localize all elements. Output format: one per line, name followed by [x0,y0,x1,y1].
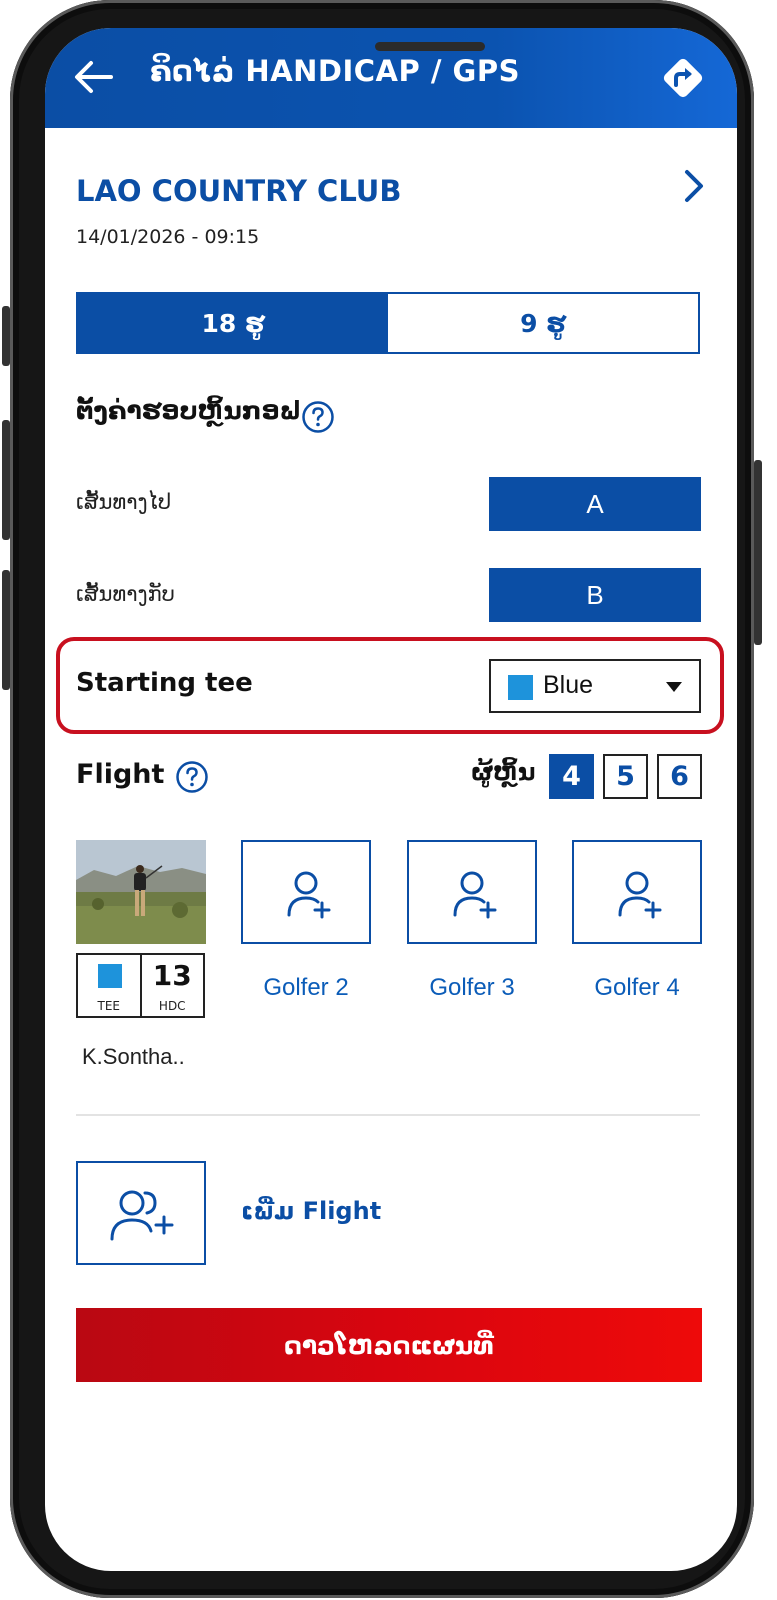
return-route-label: ເສັ້ນທາງກັບ [76,582,175,606]
holes-option-9[interactable]: 9 ຮູ [388,294,698,352]
return-route-button[interactable]: B [489,568,701,622]
round-settings-title: ຕັ້ງຄ່າຮອບຫຼິ້ນກອຟ [76,396,302,425]
golfer1-tee-cell: TEE [78,955,140,1016]
page-title: ຄິດໄລ່ HANDICAP / GPS [150,54,520,88]
golfer-2-label: Golfer 2 [263,974,349,1001]
volume-down-button [2,570,10,690]
golfer1-tee-label: TEE [97,999,121,1013]
holes-option-18[interactable]: 18 ຮູ [78,294,388,352]
players-count-label: ຜູ້ຫຼິ້ນ [471,758,536,786]
download-map-button[interactable]: ດາວໂຫລດແຜນທີ່ [76,1308,702,1382]
golfer1-tee-hdc: TEE 13 HDC [76,953,205,1018]
club-datetime: 14/01/2026 - 09:15 [76,226,260,248]
player-count-4[interactable]: 4 [549,754,594,799]
outbound-route-label: ເສັ້ນທາງໄປ [76,490,172,514]
help-icon[interactable] [175,760,209,794]
golfer1-tee-color [98,964,122,988]
directions-icon[interactable] [659,54,707,102]
volume-up-button [2,420,10,540]
app-header: ຄິດໄລ່ HANDICAP / GPS [45,28,737,128]
add-golfer-2-button[interactable] [241,840,371,944]
golfer1-hdc-label: HDC [158,999,186,1013]
outbound-route-button[interactable]: A [489,477,701,531]
add-group-icon [110,1190,174,1241]
caret-down-icon [666,682,682,692]
add-flight-button[interactable] [76,1161,206,1265]
golfer1-hdc-cell: 13 HDC [139,955,204,1016]
add-golfer-3-button[interactable] [407,840,537,944]
add-golfer-4-button[interactable] [572,840,702,944]
power-button [754,460,762,645]
golfer-4-label: Golfer 4 [594,974,680,1001]
flight-label: Flight [76,759,165,790]
tee-color-swatch [508,675,533,700]
section-divider [76,1114,700,1116]
starting-tee-label: Starting tee [76,668,253,698]
player-count-5[interactable]: 5 [603,754,648,799]
arrow-left-icon[interactable] [73,60,113,94]
chevron-right-icon[interactable] [679,168,709,204]
starting-tee-select[interactable]: Blue [489,659,701,713]
add-user-icon [618,871,662,919]
holes-toggle: 18 ຮູ 9 ຮູ [76,292,700,354]
golfer-3-label: Golfer 3 [429,974,515,1001]
golfer-photo[interactable] [76,840,206,944]
player-count-6[interactable]: 6 [657,754,702,799]
golfer1-hdc-value: 13 [152,959,192,992]
phone-frame: ຄິດໄລ່ HANDICAP / GPS LAO COUNTRY CLUB 1… [2,0,762,1598]
help-icon[interactable] [301,400,335,434]
golfer1-name: K.Sontha.. [82,1044,185,1069]
add-user-icon [287,871,331,919]
mute-switch [2,306,10,366]
club-name[interactable]: LAO COUNTRY CLUB [76,174,401,208]
add-flight-label[interactable]: ເພີ່ມ Flight [241,1197,381,1225]
starting-tee-value: Blue [543,671,594,699]
add-user-icon [453,871,497,919]
speaker-notch [375,42,485,51]
app-screen: ຄິດໄລ່ HANDICAP / GPS LAO COUNTRY CLUB 1… [45,28,737,1571]
